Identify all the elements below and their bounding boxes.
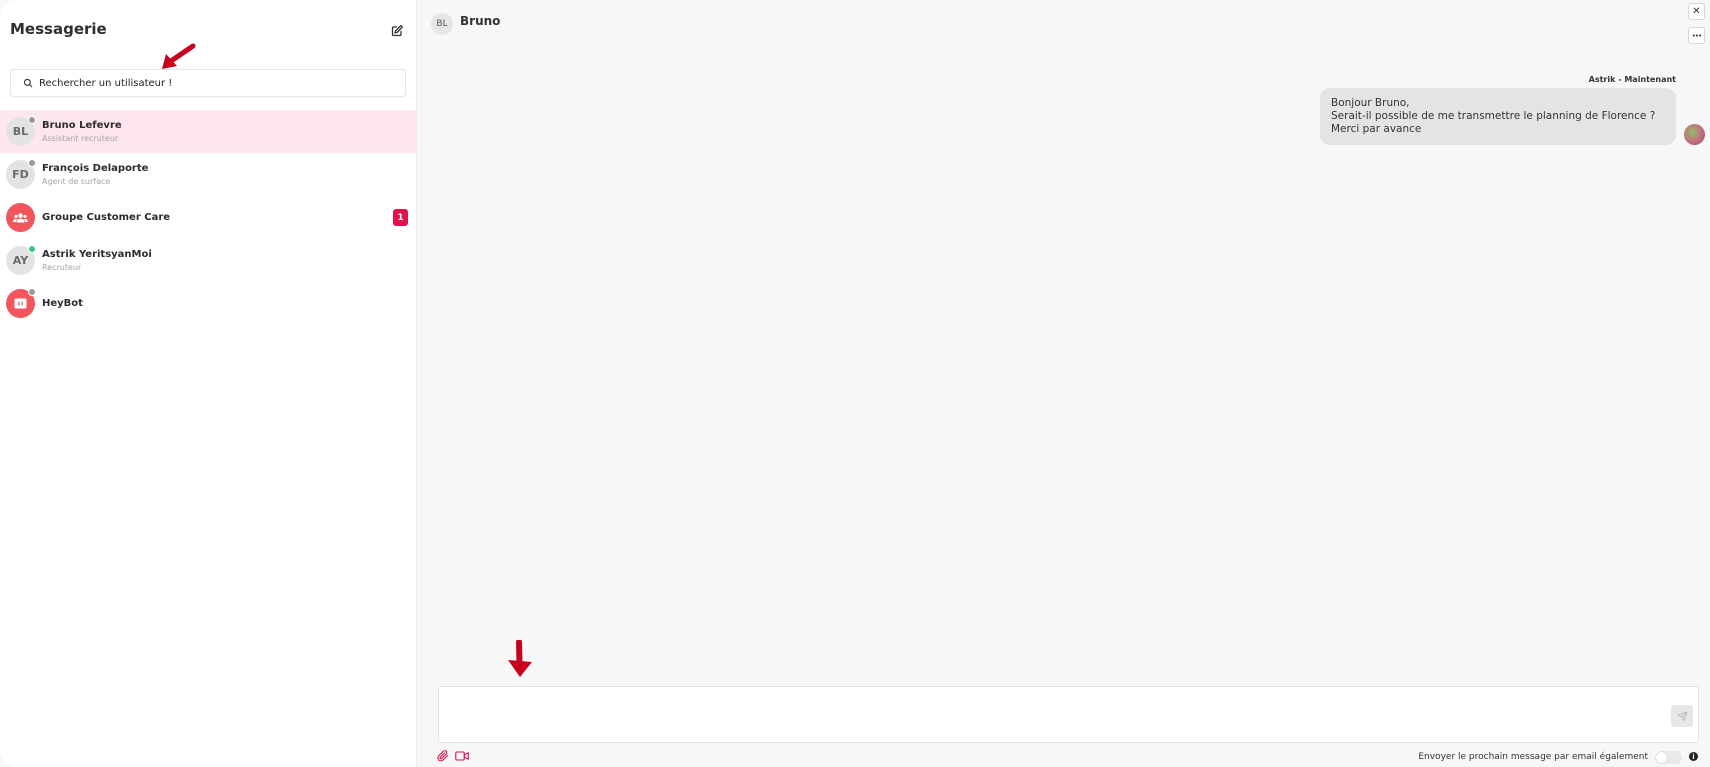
contact-name: Bruno Lefevre	[42, 120, 122, 131]
contact-item-astrik-yeritsyan[interactable]: AY Astrik YeritsyanMoi Recruteur	[0, 239, 416, 282]
avatar-initials: BL	[12, 125, 29, 138]
unread-count-badge: 1	[393, 209, 408, 226]
contact-item-groupe-customer-care[interactable]: Groupe Customer Care 1	[0, 196, 416, 239]
status-online-dot	[28, 245, 36, 253]
avatar-initials: AY	[12, 254, 29, 267]
sidebar-title: Messagerie	[10, 20, 107, 38]
more-icon: •••	[1691, 31, 1702, 40]
search-box[interactable]	[10, 69, 406, 97]
contact-item-heybot[interactable]: HeyBot	[0, 282, 416, 325]
message-line: Merci par avance	[1331, 123, 1422, 135]
search-icon	[23, 78, 33, 88]
message-line: Serait-il possible de me transmettre le …	[1331, 110, 1656, 122]
chat-header-name: Bruno	[460, 14, 501, 28]
video-camera-icon[interactable]	[455, 751, 469, 761]
close-icon: ✕	[1692, 6, 1701, 17]
message-composer	[438, 686, 1699, 743]
message-bubble: Bonjour Bruno, Serait-il possible de me …	[1320, 88, 1676, 145]
message-line: Bonjour Bruno,	[1331, 97, 1410, 109]
conversation-sidebar: Messagerie BL Bruno Lefevre Assistant re…	[0, 0, 417, 767]
avatar: FD	[6, 159, 36, 189]
group-icon	[13, 212, 28, 222]
sender-avatar	[1684, 124, 1705, 145]
edit-icon	[391, 25, 403, 37]
annotation-arrow-icon	[162, 43, 196, 69]
message-meta: Astrik - Maintenant	[1588, 75, 1676, 84]
email-toggle[interactable]	[1655, 751, 1682, 764]
avatar	[6, 203, 35, 232]
avatar: AY	[6, 245, 36, 275]
chat-header-avatar: BL	[431, 13, 453, 35]
contact-name: Astrik YeritsyanMoi	[42, 249, 152, 260]
send-icon	[1676, 710, 1688, 722]
paperclip-icon[interactable]	[437, 750, 449, 762]
avatar	[6, 288, 36, 318]
info-icon[interactable]: i	[1689, 752, 1698, 761]
send-button[interactable]	[1671, 705, 1693, 727]
message-input[interactable]	[439, 687, 1639, 742]
close-button[interactable]: ✕	[1688, 3, 1705, 20]
status-offline-dot	[28, 116, 36, 124]
avatar: BL	[6, 116, 36, 146]
search-input[interactable]	[39, 77, 379, 89]
avatar-initials: FD	[12, 168, 29, 181]
status-offline-dot	[28, 288, 36, 296]
annotation-arrow-icon	[508, 640, 532, 677]
more-options-button[interactable]: •••	[1688, 27, 1705, 44]
contact-role: Recruteur	[42, 263, 82, 272]
compose-button[interactable]	[388, 22, 406, 40]
contact-item-francois-delaporte[interactable]: FD François Delaporte Agent de surface	[0, 153, 416, 196]
contact-item-bruno-lefevre[interactable]: BL Bruno Lefevre Assistant recruteur	[0, 110, 416, 153]
contact-list: BL Bruno Lefevre Assistant recruteur FD …	[0, 110, 416, 325]
bot-icon	[14, 298, 27, 309]
status-offline-dot	[28, 159, 36, 167]
contact-role: Agent de surface	[42, 177, 111, 186]
contact-name: Groupe Customer Care	[42, 212, 171, 223]
email-toggle-label: Envoyer le prochain message par email ég…	[1418, 752, 1648, 762]
contact-name: HeyBot	[42, 298, 83, 309]
contact-role: Assistant recruteur	[42, 134, 119, 143]
contact-name: François Delaporte	[42, 163, 149, 174]
